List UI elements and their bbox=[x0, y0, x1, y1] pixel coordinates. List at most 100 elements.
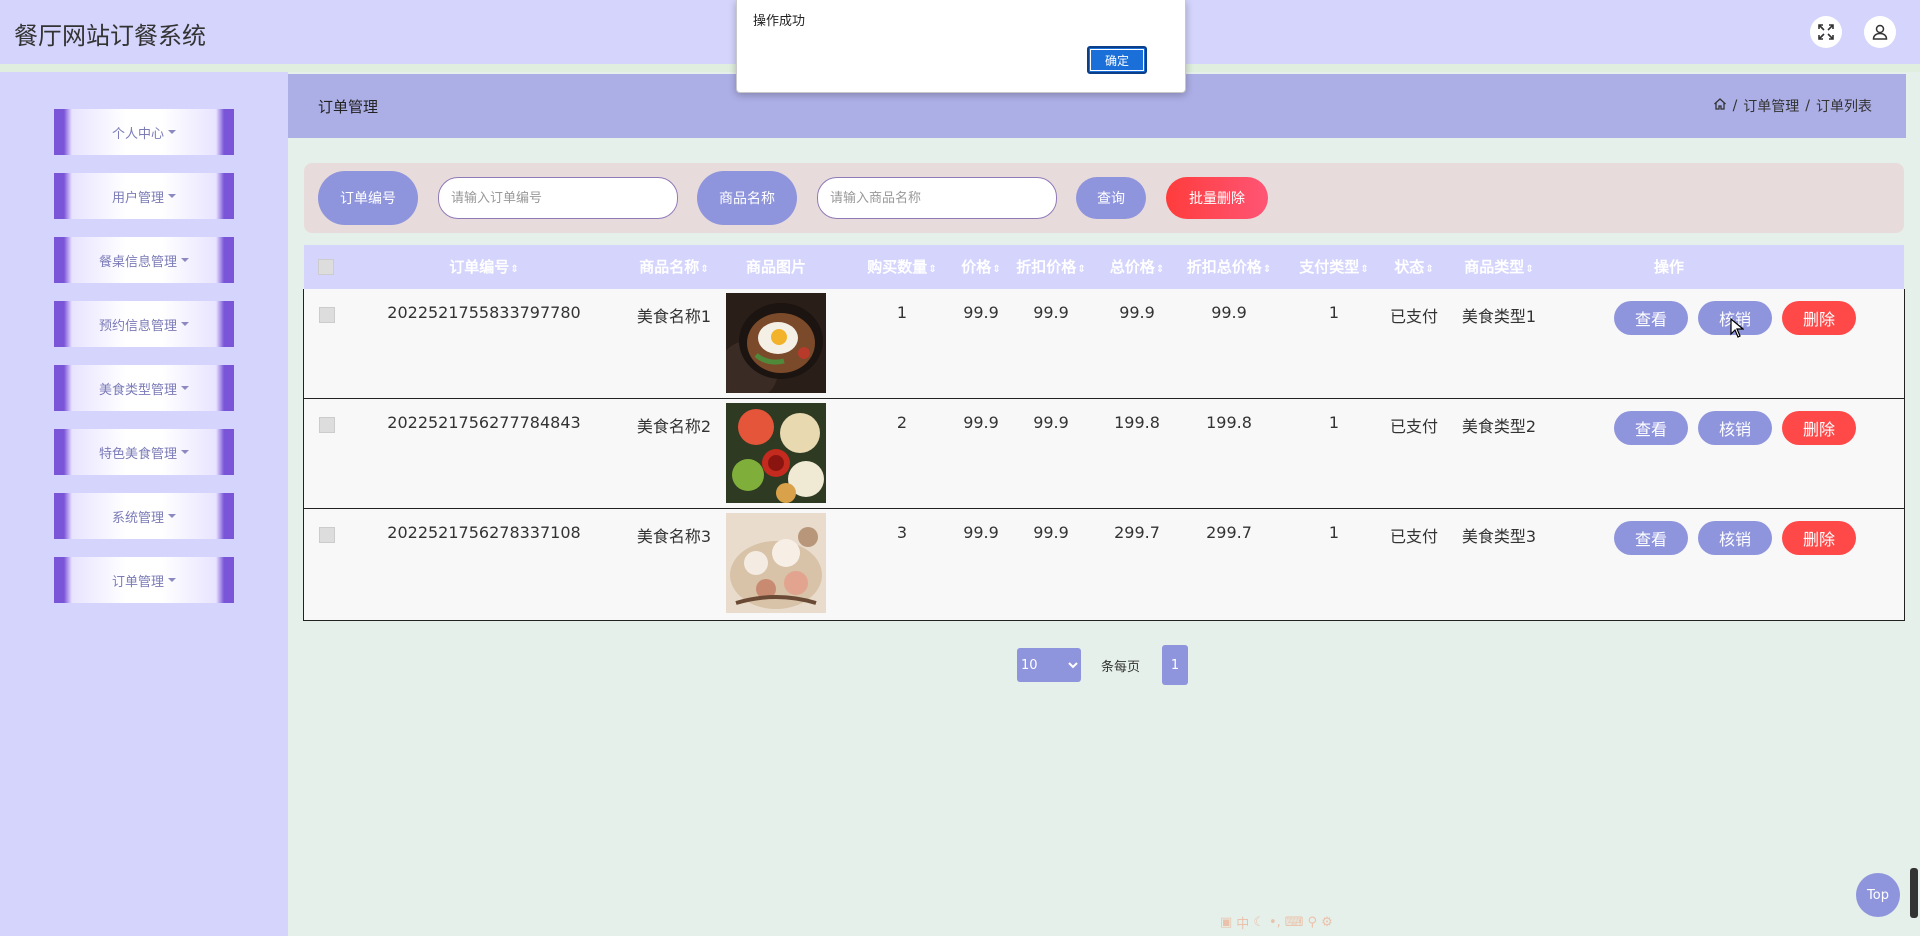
batch-delete-button[interactable]: 批量删除 bbox=[1166, 177, 1268, 219]
mic-icon: ⚲ bbox=[1307, 914, 1318, 930]
home-icon[interactable] bbox=[1713, 97, 1727, 115]
ime-chinese-mode[interactable]: 中 bbox=[1236, 913, 1249, 932]
cell-status: 已支付 bbox=[1389, 527, 1438, 546]
caret-down-icon bbox=[168, 130, 176, 134]
select-all-checkbox[interactable] bbox=[318, 259, 334, 275]
col-order-number[interactable]: 订单编号⇕ bbox=[364, 245, 604, 289]
sidebar: 个人中心 用户管理 餐桌信息管理 预约信息管理 美食类型管理 特色美食管理 系统… bbox=[0, 72, 288, 936]
delete-button[interactable]: 删除 bbox=[1782, 411, 1856, 445]
col-product-type[interactable]: 商品类型⇕ bbox=[1444, 245, 1554, 289]
col-quantity[interactable]: 购买数量⇕ bbox=[847, 245, 957, 289]
ime-logo-icon: ▣ bbox=[1220, 914, 1233, 930]
edge-scroll-handle[interactable] bbox=[1910, 868, 1918, 918]
cell-pay-type: 1 bbox=[1328, 303, 1340, 322]
punctuation-icon: •, bbox=[1268, 914, 1281, 930]
sort-icon: ⇕ bbox=[1425, 264, 1434, 275]
sort-icon: ⇕ bbox=[1262, 264, 1272, 275]
food-image bbox=[726, 513, 826, 613]
cell-product-type: 美食类型1 bbox=[1461, 307, 1537, 326]
sidebar-item-user-management[interactable]: 用户管理 bbox=[54, 173, 234, 219]
caret-down-icon bbox=[181, 322, 189, 326]
row-checkbox[interactable] bbox=[319, 527, 335, 543]
cell-total-price: 199.8 bbox=[1114, 413, 1160, 432]
alert-dialog: 操作成功 确定 bbox=[736, 0, 1186, 93]
page-size-select[interactable]: 10 bbox=[1017, 648, 1081, 682]
breadcrumb-sep: / bbox=[1805, 98, 1810, 114]
order-table: 2022521755833797780 美食名称1 1 99.9 99.9 99… bbox=[303, 289, 1905, 621]
sort-icon: ⇕ bbox=[928, 264, 937, 275]
sort-icon: ⇕ bbox=[1360, 264, 1369, 275]
settings-icon: ⚙ bbox=[1321, 914, 1333, 930]
sidebar-item-label: 系统管理 bbox=[111, 510, 164, 526]
col-actions: 操作 bbox=[1653, 258, 1684, 276]
cell-order-number: 2022521755833797780 bbox=[387, 303, 581, 322]
cell-product-type: 美食类型3 bbox=[1461, 527, 1537, 546]
cell-status: 已支付 bbox=[1389, 307, 1438, 326]
cell-quantity: 3 bbox=[896, 523, 908, 542]
cell-discount-total: 199.8 bbox=[1206, 413, 1252, 432]
cell-discount-total: 99.9 bbox=[1211, 303, 1247, 322]
sidebar-item-table-info[interactable]: 餐桌信息管理 bbox=[54, 237, 234, 283]
sidebar-item-personal-center[interactable]: 个人中心 bbox=[54, 109, 234, 155]
col-status[interactable]: 状态⇕ bbox=[1379, 245, 1449, 289]
sidebar-item-reservation-info[interactable]: 预约信息管理 bbox=[54, 301, 234, 347]
cell-total-price: 299.7 bbox=[1114, 523, 1160, 542]
sidebar-item-special-food[interactable]: 特色美食管理 bbox=[54, 429, 234, 475]
delete-button[interactable]: 删除 bbox=[1782, 301, 1856, 335]
sort-icon: ⇕ bbox=[510, 264, 519, 275]
col-total-price[interactable]: 总价格⇕ bbox=[1097, 245, 1177, 289]
sidebar-item-label: 特色美食管理 bbox=[98, 446, 177, 462]
sort-icon: ⇕ bbox=[1077, 264, 1086, 275]
cell-product-name: 美食名称3 bbox=[636, 527, 712, 546]
sort-icon: ⇕ bbox=[1525, 264, 1534, 275]
page-1-button[interactable]: 1 bbox=[1162, 645, 1189, 685]
cell-pay-type: 1 bbox=[1328, 523, 1340, 542]
delete-button[interactable]: 删除 bbox=[1782, 521, 1856, 555]
order-number-label: 订单编号 bbox=[318, 171, 418, 225]
back-to-top-button[interactable]: Top bbox=[1856, 873, 1900, 917]
sidebar-item-system[interactable]: 系统管理 bbox=[54, 493, 234, 539]
view-button[interactable]: 查看 bbox=[1614, 521, 1688, 555]
verify-button[interactable]: 核销 bbox=[1698, 411, 1772, 445]
fullscreen-icon[interactable] bbox=[1810, 16, 1842, 48]
dialog-ok-button[interactable]: 确定 bbox=[1087, 46, 1147, 74]
caret-down-icon bbox=[181, 386, 189, 390]
sidebar-item-label: 个人中心 bbox=[111, 126, 164, 142]
caret-down-icon bbox=[168, 194, 176, 198]
product-name-label: 商品名称 bbox=[697, 171, 797, 225]
col-product-name[interactable]: 商品名称⇕ bbox=[604, 245, 744, 289]
col-pay-type[interactable]: 支付类型⇕ bbox=[1284, 245, 1384, 289]
sidebar-item-label: 预约信息管理 bbox=[98, 318, 177, 334]
query-button[interactable]: 查询 bbox=[1076, 177, 1146, 219]
cell-discount-price: 99.9 bbox=[1033, 413, 1069, 432]
col-discount-total[interactable]: 折扣总价格⇕ bbox=[1174, 245, 1284, 289]
cell-total-price: 99.9 bbox=[1119, 303, 1155, 322]
sidebar-item-orders[interactable]: 订单管理 bbox=[54, 557, 234, 603]
cell-order-number: 2022521756277784843 bbox=[387, 413, 581, 432]
caret-down-icon bbox=[168, 578, 176, 582]
view-button[interactable]: 查看 bbox=[1614, 411, 1688, 445]
cell-product-type: 美食类型2 bbox=[1461, 417, 1537, 436]
food-image bbox=[726, 293, 826, 393]
row-checkbox[interactable] bbox=[319, 417, 335, 433]
sidebar-item-food-type[interactable]: 美食类型管理 bbox=[54, 365, 234, 411]
verify-button[interactable]: 核销 bbox=[1698, 521, 1772, 555]
dialog-message: 操作成功 bbox=[753, 14, 806, 29]
row-checkbox[interactable] bbox=[319, 307, 335, 323]
breadcrumb-level1[interactable]: 订单管理 bbox=[1743, 96, 1799, 116]
cell-status: 已支付 bbox=[1389, 417, 1438, 436]
table-row: 2022521756277784843 美食名称2 2 99.9 99.9 19… bbox=[304, 399, 1904, 509]
view-button[interactable]: 查看 bbox=[1614, 301, 1688, 335]
table-header: 订单编号⇕ 商品名称⇕ 商品图片 购买数量⇕ 价格⇕ 折扣价格⇕ 总价格⇕ 折扣… bbox=[304, 245, 1904, 289]
user-icon[interactable] bbox=[1864, 16, 1896, 48]
cell-discount-price: 99.9 bbox=[1033, 303, 1069, 322]
sidebar-item-label: 用户管理 bbox=[111, 190, 164, 206]
col-discount-price[interactable]: 折扣价格⇕ bbox=[1001, 245, 1101, 289]
ime-toolbar[interactable]: ▣ 中 ☾ •, ⌨ ⚲ ⚙ bbox=[1220, 912, 1426, 932]
sidebar-item-label: 餐桌信息管理 bbox=[98, 254, 177, 270]
order-number-input[interactable] bbox=[438, 177, 678, 219]
per-page-label: 条每页 bbox=[1101, 659, 1141, 675]
pagination: 10 条每页 1 bbox=[1017, 645, 1189, 685]
sidebar-item-label: 订单管理 bbox=[111, 574, 164, 590]
product-name-input[interactable] bbox=[817, 177, 1057, 219]
